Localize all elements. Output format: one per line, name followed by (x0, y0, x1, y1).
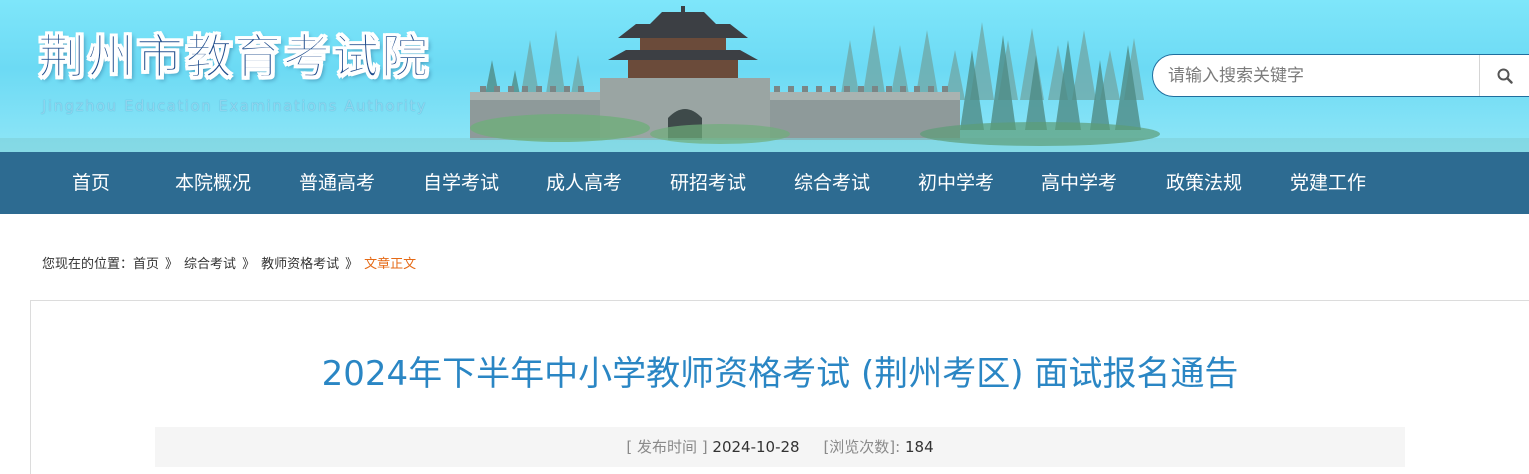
nav-item-policy[interactable]: 政策法规 (1166, 152, 1242, 214)
nav-item-about[interactable]: 本院概况 (175, 152, 251, 214)
article-title: 2024年下半年中小学教师资格考试 (荆州考区) 面试报名通告 (321, 354, 1239, 394)
breadcrumb-separator: 》 (242, 257, 256, 272)
search-button[interactable] (1479, 55, 1529, 96)
breadcrumb-comprehensive-exam[interactable]: 综合考试 (184, 257, 236, 272)
nav-item-postgrad-exam[interactable]: 研招考试 (670, 152, 746, 214)
search-input[interactable] (1153, 55, 1479, 96)
view-count: 184 (904, 438, 934, 456)
nav-item-self-study-exam[interactable]: 自学考试 (423, 152, 499, 214)
breadcrumb-separator: 》 (165, 257, 179, 272)
nav-item-comprehensive-exam[interactable]: 综合考试 (794, 152, 870, 214)
site-logo-subtitle: Jingzhou Education Examinations Authorit… (42, 97, 428, 115)
nav-item-junior-exam[interactable]: 初中学考 (918, 152, 994, 214)
main-nav: 首页 本院概况 普通高考 自学考试 成人高考 研招考试 综合考试 初中学考 高中… (0, 152, 1529, 214)
breadcrumb-home[interactable]: 首页 (133, 257, 159, 272)
nav-item-party-building[interactable]: 党建工作 (1290, 152, 1366, 214)
nav-item-home[interactable]: 首页 (72, 152, 110, 214)
nav-item-gaokao[interactable]: 普通高考 (299, 152, 375, 214)
publish-time-label: [ 发布时间 ] (626, 438, 708, 456)
breadcrumb-current: 文章正文 (364, 257, 417, 272)
view-count-label: [浏览次数]: (823, 438, 901, 456)
breadcrumb: 您现在的位置：首页》综合考试》教师资格考试》文章正文 (42, 255, 416, 275)
site-header: 荆州市教育考试院 Jingzhou Education Examinations… (0, 0, 1529, 152)
breadcrumb-prefix: 您现在的位置： (42, 257, 134, 272)
breadcrumb-separator: 》 (345, 257, 359, 272)
search-icon (1497, 68, 1513, 84)
publish-date: 2024-10-28 (712, 438, 800, 456)
search-box (1152, 54, 1529, 97)
breadcrumb-teacher-qualification[interactable]: 教师资格考试 (261, 257, 339, 272)
article-meta-bar: [ 发布时间 ] 2024-10-28 [浏览次数]: 184 (155, 427, 1405, 467)
site-logo-title: 荆州市教育考试院 (38, 30, 430, 86)
nav-item-senior-exam[interactable]: 高中学考 (1041, 152, 1117, 214)
nav-item-adult-exam[interactable]: 成人高考 (546, 152, 622, 214)
